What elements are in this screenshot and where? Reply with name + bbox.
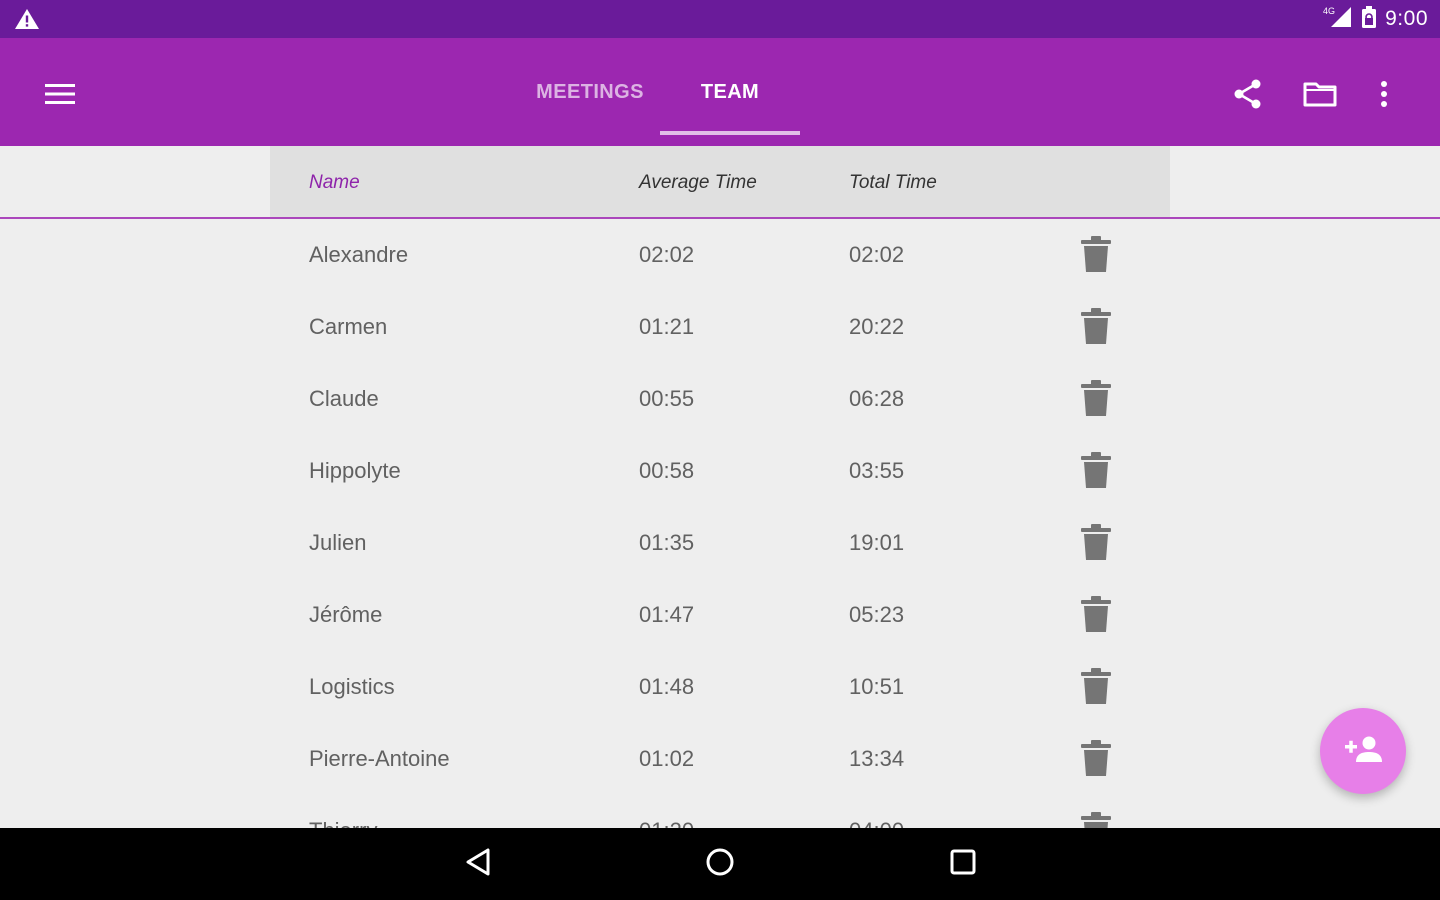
table-row[interactable]: Claude 00:55 06:28	[0, 364, 1440, 436]
member-average-time: 02:02	[639, 242, 695, 267]
member-name: Claude	[309, 386, 379, 411]
delete-button[interactable]	[1076, 378, 1116, 422]
signal-icon: 4G	[1323, 5, 1353, 34]
member-total-time: 06:28	[849, 386, 905, 411]
member-total-time: 20:22	[849, 314, 905, 339]
delete-button[interactable]	[1076, 594, 1116, 638]
tab-meetings-label: MEETINGS	[536, 80, 644, 103]
table-row[interactable]: Carmen 01:21 20:22	[0, 292, 1440, 364]
menu-icon	[44, 82, 76, 111]
column-header-total-time[interactable]: Total Time	[849, 172, 937, 194]
delete-icon	[1081, 379, 1111, 422]
member-total-time: 03:55	[849, 458, 905, 483]
member-total-time: 04:00	[849, 818, 904, 828]
member-average-time: 00:55	[639, 386, 695, 411]
member-name: Alexandre	[309, 242, 409, 267]
status-bar: 4G 9:00	[0, 0, 1440, 38]
table-row[interactable]: Alexandre 02:02 02:02	[0, 220, 1440, 292]
tab-meetings[interactable]: MEETINGS	[520, 38, 660, 146]
delete-icon	[1081, 451, 1111, 494]
home-icon	[705, 847, 735, 882]
menu-button[interactable]	[38, 74, 82, 118]
table-row[interactable]: Pierre-Antoine 01:02 13:34	[0, 724, 1440, 796]
member-average-time: 01:20	[639, 818, 694, 828]
member-average-time: 01:48	[639, 674, 695, 699]
table-row[interactable]: Hippolyte 00:58 03:55	[0, 436, 1440, 508]
folder-icon	[1303, 80, 1337, 113]
member-name: Thierry	[309, 818, 377, 828]
member-name: Logistics	[309, 674, 395, 699]
battery-icon	[1361, 5, 1377, 34]
tab-team[interactable]: TEAM	[660, 38, 800, 146]
member-total-time: 13:34	[849, 746, 905, 771]
member-name: Jérôme	[309, 602, 383, 627]
home-button[interactable]	[698, 844, 742, 884]
more-options-button[interactable]	[1364, 76, 1404, 116]
delete-button[interactable]	[1076, 234, 1116, 278]
member-name: Pierre-Antoine	[309, 746, 450, 771]
delete-button[interactable]	[1076, 666, 1116, 710]
delete-icon	[1081, 667, 1111, 710]
member-average-time: 01:35	[639, 530, 695, 555]
tab-team-label: TEAM	[700, 80, 760, 103]
member-name: Carmen	[309, 314, 388, 339]
system-navigation-bar	[0, 828, 1440, 900]
status-clock: 9:00	[1385, 7, 1428, 30]
delete-button[interactable]	[1076, 738, 1116, 782]
delete-icon	[1081, 523, 1111, 566]
member-average-time: 00:58	[639, 458, 695, 483]
more-vert-icon	[1379, 79, 1389, 114]
table-row[interactable]: Logistics 01:48 10:51	[0, 652, 1440, 724]
tab-bar: MEETINGS TEAM	[520, 38, 800, 146]
delete-icon	[1081, 235, 1111, 278]
table-row[interactable]: Jérôme 01:47 05:23	[0, 580, 1440, 652]
add-member-button[interactable]	[1320, 708, 1406, 794]
member-total-time: 02:02	[849, 242, 905, 267]
member-average-time: 01:47	[639, 602, 695, 627]
delete-icon	[1081, 595, 1111, 638]
member-name: Julien	[309, 530, 367, 555]
delete-button[interactable]	[1076, 810, 1116, 828]
share-icon	[1232, 78, 1264, 115]
table-row[interactable]: Julien 01:35 19:01	[0, 508, 1440, 580]
header-divider	[0, 217, 1440, 219]
column-header-name[interactable]: Name	[309, 172, 360, 194]
member-total-time: 10:51	[849, 674, 905, 699]
recents-icon	[949, 848, 977, 881]
warning-icon	[14, 8, 40, 30]
folder-button[interactable]	[1300, 76, 1340, 116]
delete-icon	[1081, 811, 1111, 828]
delete-icon	[1081, 739, 1111, 782]
add-person-icon	[1343, 734, 1383, 769]
back-button[interactable]	[456, 844, 500, 884]
app-bar: MEETINGS TEAM	[0, 38, 1440, 146]
delete-icon	[1081, 307, 1111, 350]
share-button[interactable]	[1228, 76, 1268, 116]
member-name: Hippolyte	[309, 458, 401, 483]
network-type-label: 4G	[1323, 6, 1335, 16]
delete-button[interactable]	[1076, 306, 1116, 350]
member-average-time: 01:21	[639, 314, 695, 339]
column-header-average-time[interactable]: Average Time	[639, 172, 757, 194]
team-member-list: Alexandre 02:02 02:02 Carmen 01:21 20:22…	[0, 220, 1440, 828]
back-icon	[464, 847, 492, 882]
table-row[interactable]: Thierry 01:20 04:00	[0, 796, 1440, 828]
table-header: Name Average Time Total Time	[270, 146, 1170, 218]
member-total-time: 19:01	[849, 530, 905, 555]
delete-button[interactable]	[1076, 522, 1116, 566]
member-average-time: 01:02	[639, 746, 695, 771]
recents-button[interactable]	[941, 844, 985, 884]
member-total-time: 05:23	[849, 602, 905, 627]
delete-button[interactable]	[1076, 450, 1116, 494]
tab-selected-indicator	[660, 131, 800, 135]
